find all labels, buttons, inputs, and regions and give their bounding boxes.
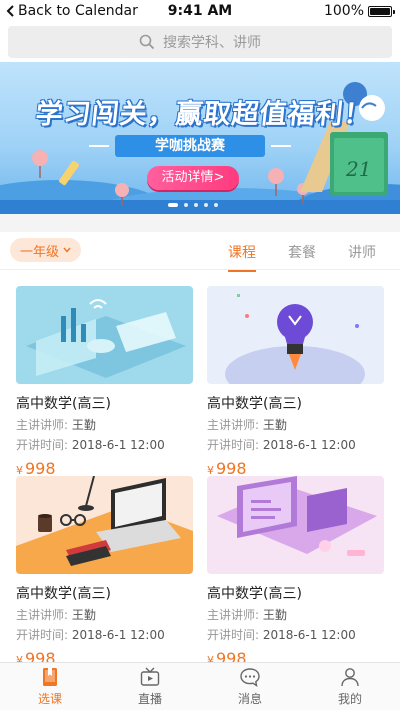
course-title: 高中数学(高三) [16,586,111,602]
carousel-dot[interactable] [194,203,198,207]
course-time: 开讲时间: 2018-6-1 12:00 [16,438,165,452]
grade-selector[interactable]: 一年级 [10,238,82,262]
tv-icon [140,667,160,686]
course-time: 开讲时间: 2018-6-1 12:00 [207,438,356,452]
course-card[interactable]: 高中数学(高三) 主讲讲师: 王勤 开讲时间: 2018-6-1 12:00 ¥… [16,476,193,668]
nav-messages[interactable]: 消息 [200,663,300,710]
nav-live[interactable]: 直播 [100,663,200,710]
course-thumbnail [16,286,193,384]
search-icon [139,34,155,50]
battery-percent: 100% [323,3,364,19]
grade-label: 一年级 [20,244,60,260]
chevron-down-icon [63,247,71,253]
course-card[interactable]: 高中数学(高三) 主讲讲师: 王勤 开讲时间: 2018-6-1 12:00 ¥… [207,476,384,668]
tab-teachers[interactable]: 讲师 [348,242,376,262]
course-thumbnail [207,286,384,384]
course-title: 高中数学(高三) [207,396,302,412]
person-icon [341,668,359,687]
carousel-indicator[interactable] [168,203,218,207]
course-time: 开讲时间: 2018-6-1 12:00 [207,628,356,642]
tab-packages[interactable]: 套餐 [288,242,316,262]
carousel-dot[interactable] [214,203,218,207]
svg-text:21: 21 [345,157,371,181]
course-thumbnail [16,476,193,574]
tab-courses[interactable]: 课程 [228,242,256,272]
bottom-tab-bar: 选课 直播 消息 我的 [0,662,400,710]
course-card[interactable]: 高中数学(高三) 主讲讲师: 王勤 开讲时间: 2018-6-1 12:00 ¥… [207,286,384,478]
course-teacher: 主讲讲师: 王勤 [16,418,96,432]
activity-details-button[interactable]: 活动详情> [147,166,239,190]
chat-bubble-icon [240,668,260,687]
promo-banner[interactable]: 21 学习闯关，赢取超值福利！ 学咖挑战赛 活动详情> [0,62,400,214]
section-divider [0,214,400,232]
course-teacher: 主讲讲师: 王勤 [16,608,96,622]
course-thumbnail [207,476,384,574]
nav-label: 直播 [137,692,162,706]
nav-courses[interactable]: 选课 [0,663,100,710]
course-teacher: 主讲讲师: 王勤 [207,418,287,432]
nav-profile[interactable]: 我的 [300,663,400,710]
course-card[interactable]: 高中数学(高三) 主讲讲师: 王勤 开讲时间: 2018-6-1 12:00 ¥… [16,286,193,478]
book-icon [43,668,57,686]
search-bar[interactable]: 搜索学科、讲师 [8,26,392,58]
course-teacher: 主讲讲师: 王勤 [207,608,287,622]
nav-label: 选课 [37,692,62,706]
filter-tab-bar: 一年级 课程 套餐 讲师 [0,232,400,272]
search-placeholder: 搜索学科、讲师 [163,35,261,51]
carousel-dot[interactable] [204,203,208,207]
course-title: 高中数学(高三) [16,396,111,412]
course-time: 开讲时间: 2018-6-1 12:00 [16,628,165,642]
carousel-dot[interactable] [168,203,178,207]
battery-icon [368,5,395,17]
nav-label: 消息 [237,692,262,706]
status-bar: Back to Calendar 9:41 AM 100% [0,0,400,22]
banner-headline: 学习闯关，赢取超值福利！ [34,99,374,130]
course-title: 高中数学(高三) [207,586,302,602]
nav-label: 我的 [337,692,362,706]
battery-indicator: 100% [323,3,395,19]
carousel-dot[interactable] [184,203,188,207]
banner-subtitle: 学咖挑战赛 [89,135,291,157]
